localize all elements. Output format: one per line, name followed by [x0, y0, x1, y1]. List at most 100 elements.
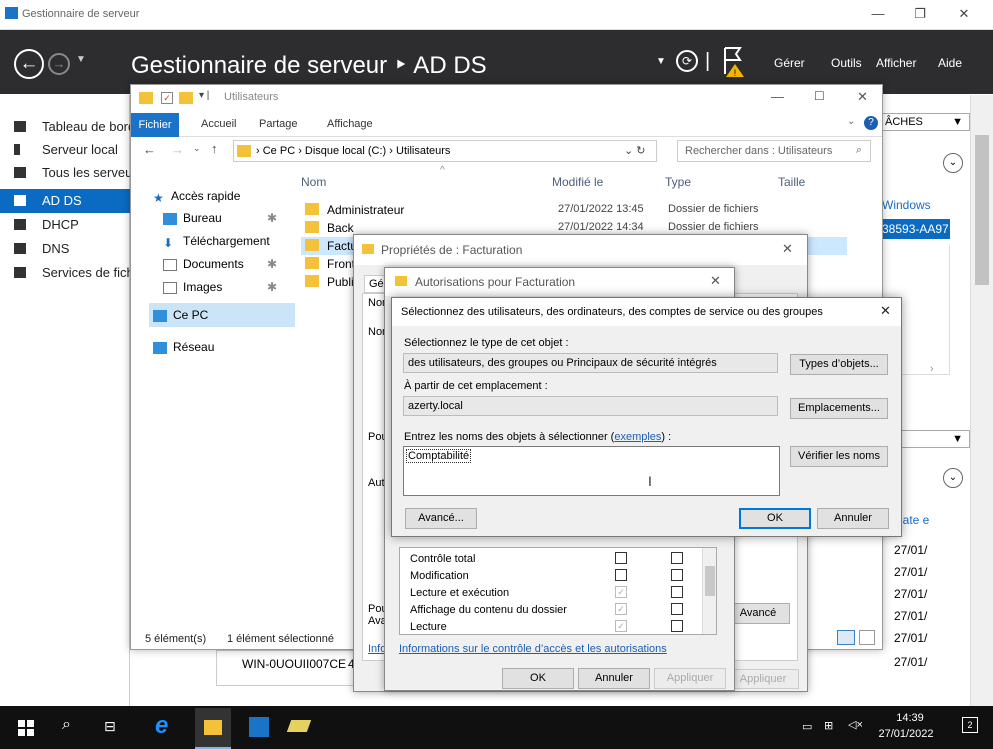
- column-size[interactable]: Taille: [778, 175, 805, 189]
- column-name[interactable]: Nom: [301, 175, 326, 189]
- server-manager-scrollbar[interactable]: [970, 95, 993, 706]
- nav-images[interactable]: Images ✱: [163, 280, 277, 294]
- allow-checkbox[interactable]: [615, 552, 627, 564]
- restore-icon[interactable]: ❐: [912, 6, 928, 22]
- close-icon[interactable]: ✕: [880, 303, 891, 319]
- nav-documents[interactable]: Documents ✱: [163, 257, 277, 271]
- eraser-app-icon[interactable]: [286, 720, 312, 732]
- locations-button[interactable]: Emplacements...: [790, 398, 888, 419]
- permissions-scrollbar[interactable]: [702, 548, 716, 634]
- menu-gerer[interactable]: Gérer: [774, 56, 805, 70]
- forward-icon[interactable]: →: [171, 142, 184, 157]
- network-tray-icon[interactable]: ⊞: [824, 719, 833, 732]
- cancel-button[interactable]: Annuler: [578, 668, 650, 689]
- access-control-info-link[interactable]: Informations sur le contrôle d’accès et …: [399, 643, 667, 655]
- nav-item-dashboard[interactable]: Tableau de bord: [0, 115, 130, 139]
- up-icon[interactable]: ↑: [211, 141, 218, 156]
- ribbon-expand-icon[interactable]: ⌄: [847, 116, 855, 127]
- refresh-icon[interactable]: ⟳: [676, 50, 698, 72]
- close-icon[interactable]: ✕: [782, 241, 793, 257]
- server-row-name[interactable]: WIN-0UOUII007CE: [242, 657, 346, 671]
- back-arrow-icon[interactable]: ←: [14, 49, 44, 79]
- details-view-icon[interactable]: [837, 630, 855, 645]
- pin-icon[interactable]: ✱: [267, 280, 277, 294]
- address-bar[interactable]: › Ce PC › Disque local (C:) › Utilisateu…: [233, 140, 657, 162]
- object-names-input[interactable]: Comptabilité I: [403, 446, 780, 496]
- properties-quick-icon[interactable]: ✓: [161, 92, 173, 104]
- deny-checkbox[interactable]: [671, 569, 683, 581]
- menu-afficher[interactable]: Afficher: [876, 56, 916, 70]
- allow-checkbox[interactable]: [615, 569, 627, 581]
- keyboard-icon[interactable]: ▭: [802, 720, 812, 733]
- file-row[interactable]: Administrateur 27/01/2022 13:45 Dossier de…: [301, 201, 847, 219]
- server-manager-taskbar-icon[interactable]: [249, 717, 269, 737]
- history-dropdown-icon[interactable]: ▼: [76, 54, 86, 65]
- advanced-button[interactable]: Avancé: [726, 603, 790, 624]
- address-dropdown-icon[interactable]: ⌄ ↻: [624, 144, 646, 157]
- menu-aide[interactable]: Aide: [938, 56, 962, 70]
- advanced-button[interactable]: Avancé...: [405, 508, 477, 529]
- ok-button[interactable]: OK: [739, 508, 811, 529]
- ribbon-tab-view[interactable]: Affichage: [327, 118, 373, 130]
- examples-link[interactable]: exemples: [614, 431, 661, 443]
- minimize-icon[interactable]: —: [870, 6, 886, 22]
- clock-time[interactable]: 14:39: [880, 712, 940, 724]
- close-icon[interactable]: ✕: [857, 89, 868, 105]
- deny-checkbox[interactable]: [671, 552, 683, 564]
- nav-item-all-servers[interactable]: Tous les serveurs: [0, 161, 130, 185]
- file-explorer-taskbar-button[interactable]: [195, 708, 231, 749]
- breadcrumb-ce-pc[interactable]: Ce PC: [263, 145, 295, 157]
- nav-item-local-server[interactable]: Serveur local: [0, 138, 130, 162]
- cancel-button[interactable]: Annuler: [817, 508, 889, 529]
- clock-date[interactable]: 27/01/2022: [874, 728, 938, 740]
- expand-icon[interactable]: ⌄: [943, 153, 963, 173]
- help-icon[interactable]: ?: [864, 116, 878, 130]
- forward-arrow-icon[interactable]: →: [48, 53, 70, 75]
- pin-icon[interactable]: ✱: [267, 211, 277, 225]
- close-icon[interactable]: ✕: [956, 6, 972, 22]
- windows-link[interactable]: Windows: [882, 198, 931, 212]
- search-icon[interactable]: ⌕: [62, 716, 71, 734]
- nav-item-file-services[interactable]: Services de fichiers: [0, 261, 130, 285]
- apply-button[interactable]: Appliquer: [654, 668, 726, 689]
- large-icons-view-icon[interactable]: [859, 630, 875, 645]
- expand-icon-2[interactable]: ⌄: [943, 468, 963, 488]
- pin-icon[interactable]: ✱: [267, 257, 277, 271]
- ribbon-tab-share[interactable]: Partage: [259, 118, 298, 130]
- volume-muted-icon[interactable]: ◁×: [848, 718, 863, 731]
- nav-quick-access[interactable]: ★ Accès rapide: [153, 189, 240, 205]
- deny-checkbox[interactable]: [671, 620, 683, 632]
- refresh-dropdown-icon[interactable]: ▼: [656, 56, 666, 67]
- nav-network[interactable]: Réseau: [153, 340, 214, 354]
- close-icon[interactable]: ✕: [710, 273, 721, 289]
- nav-item-dns[interactable]: DNS: [0, 237, 130, 261]
- selected-row-guid[interactable]: 38593-AA97: [880, 219, 950, 239]
- windows-start-icon[interactable]: [18, 720, 34, 736]
- minimize-icon[interactable]: —: [771, 89, 784, 104]
- task-view-icon[interactable]: ⊟: [104, 718, 116, 735]
- recent-dropdown-icon[interactable]: ⌄: [193, 143, 201, 154]
- ribbon-tab-home[interactable]: Accueil: [201, 118, 236, 130]
- maximize-icon[interactable]: ☐: [814, 89, 825, 103]
- check-names-button[interactable]: Vérifier les noms: [790, 446, 888, 467]
- notifications-flag-icon[interactable]: !: [722, 44, 746, 78]
- tasks-dropdown[interactable]: ÂCHES ▼: [880, 113, 970, 131]
- nav-bureau[interactable]: Bureau ✱: [163, 211, 277, 225]
- nav-item-dhcp[interactable]: DHCP: [0, 213, 130, 237]
- menu-outils[interactable]: Outils: [831, 56, 862, 70]
- back-icon[interactable]: ←: [143, 142, 156, 157]
- notification-center-icon[interactable]: 2: [962, 717, 978, 733]
- breadcrumb-users[interactable]: Utilisateurs: [396, 145, 450, 157]
- scroll-right-icon[interactable]: ›: [930, 363, 934, 375]
- internet-explorer-icon[interactable]: e: [155, 712, 168, 740]
- breadcrumb-disk[interactable]: Disque local (C:): [305, 145, 386, 157]
- deny-checkbox[interactable]: [671, 586, 683, 598]
- object-types-button[interactable]: Types d’objets...: [790, 354, 888, 375]
- nav-item-ad-ds[interactable]: AD DS: [0, 189, 130, 213]
- deny-checkbox[interactable]: [671, 603, 683, 615]
- nav-downloads[interactable]: ⬇ Téléchargement: [163, 234, 288, 248]
- column-type[interactable]: Type: [665, 175, 691, 189]
- nav-this-pc[interactable]: Ce PC: [153, 308, 208, 322]
- new-folder-quick-icon[interactable]: [179, 92, 193, 104]
- ok-button[interactable]: OK: [502, 668, 574, 689]
